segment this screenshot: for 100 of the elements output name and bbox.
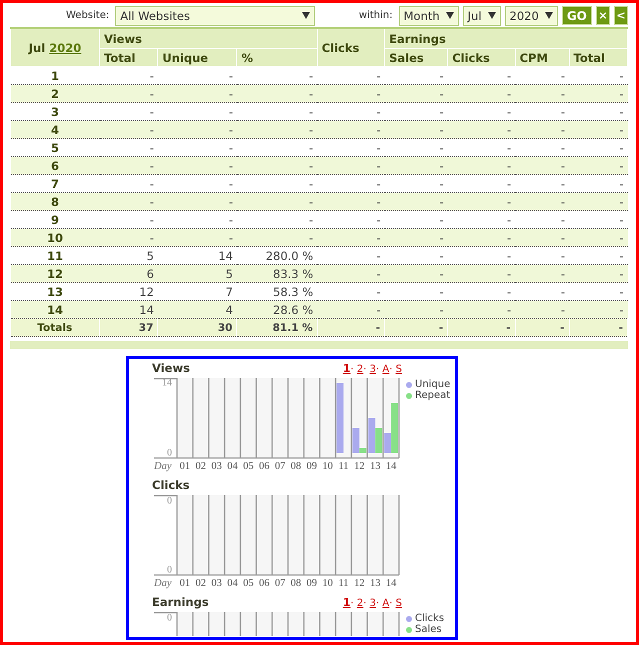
table-cell: -: [384, 300, 448, 318]
table-cell: -: [317, 300, 385, 318]
axis-label: 10: [322, 461, 333, 472]
scale-link[interactable]: A: [382, 598, 390, 609]
table-cell: -: [236, 120, 318, 138]
scale-link[interactable]: A: [382, 364, 390, 375]
axis-label: 02: [196, 578, 206, 589]
table-cell: -: [317, 84, 385, 102]
separator-dot: ·: [389, 364, 392, 375]
month-name-select[interactable]: Jul: [462, 6, 501, 26]
table-cell: -: [236, 84, 318, 102]
table-cell: -: [448, 300, 516, 318]
table-cell: -: [384, 120, 448, 138]
caret-icon: [544, 12, 553, 19]
axis-tick: [154, 612, 177, 614]
table-cell: -: [448, 120, 516, 138]
bar: [336, 383, 344, 453]
website-select[interactable]: All Websites: [115, 6, 315, 26]
back-button[interactable]: <: [614, 6, 628, 25]
clear-button[interactable]: ×: [596, 6, 610, 25]
axis-label: 11: [338, 461, 349, 472]
year-select[interactable]: 2020: [504, 6, 558, 26]
scale-link[interactable]: 2: [356, 364, 364, 375]
table-cell: 28.6 %: [236, 300, 318, 318]
axis-label: 14: [386, 461, 396, 472]
column-header: Total: [569, 48, 628, 66]
day-cell: 2: [10, 84, 100, 102]
legend-label: Repeat: [415, 390, 450, 401]
table-cell: -: [569, 264, 628, 282]
scale-link[interactable]: 2: [356, 598, 364, 609]
table-cell: -: [158, 192, 237, 210]
table-cell: -: [448, 156, 516, 174]
axis-title: Day: [154, 461, 172, 472]
legend-label: Unique: [415, 379, 450, 390]
total-cell: 81.1 %: [236, 318, 318, 336]
table-cell: -: [569, 120, 628, 138]
table-cell: -: [569, 192, 628, 210]
table-cell: -: [100, 228, 158, 246]
day-cell: 6: [10, 156, 100, 174]
day-cell: 4: [10, 120, 100, 138]
table-cell: -: [515, 300, 570, 318]
website-label: Website:: [66, 10, 110, 21]
table-cell: -: [236, 192, 318, 210]
chart-title: Earnings: [152, 595, 209, 609]
scale-link[interactable]: S: [396, 598, 402, 609]
table-cell: 4: [158, 300, 237, 318]
separator-dot: ·: [376, 364, 380, 375]
separator-dot: ·: [350, 364, 354, 375]
total-cell: -: [317, 318, 385, 336]
scale-link[interactable]: S: [396, 364, 402, 375]
scale-link[interactable]: 1: [342, 362, 351, 375]
totals-label: Totals: [10, 318, 100, 336]
axis-label: 02: [196, 461, 206, 472]
table-cell: -: [384, 228, 448, 246]
table-cell: -: [317, 228, 385, 246]
scale-link[interactable]: 1: [342, 596, 351, 609]
total-cell: -: [569, 318, 628, 336]
axis-label: 0: [167, 495, 172, 506]
table-cell: -: [515, 192, 570, 210]
year-link[interactable]: 2020: [49, 40, 82, 54]
column-group-header: Views: [100, 28, 318, 48]
separator-dot: ·: [376, 598, 380, 609]
table-cell: -: [236, 228, 318, 246]
scale-link[interactable]: 3: [370, 364, 376, 375]
axis-label: 08: [290, 578, 302, 589]
table-cell: -: [100, 120, 158, 138]
axis-label: 05: [243, 578, 254, 589]
axis-label: 01: [180, 461, 190, 472]
axis-label: 05: [243, 461, 254, 472]
table-cell: -: [448, 228, 516, 246]
axis-label: 04: [227, 578, 238, 589]
axis-label: 0: [167, 612, 172, 624]
day-cell: 12: [10, 264, 100, 282]
column-header: Sales: [384, 48, 448, 66]
chart-title: Views: [152, 361, 190, 375]
within-label: within:: [358, 10, 393, 21]
axis-label: 03: [211, 461, 222, 472]
table-cell: -: [448, 264, 516, 282]
go-button[interactable]: GO: [562, 6, 592, 25]
total-cell: -: [515, 318, 570, 336]
table-cell: -: [448, 84, 516, 102]
axis-label: 07: [274, 461, 286, 472]
column-header: CPM: [515, 48, 570, 66]
table-cell: -: [158, 228, 237, 246]
separator-dot: ·: [363, 598, 366, 609]
axis-label: 01: [180, 578, 190, 589]
axis-label: 14: [386, 578, 396, 589]
table-cell: 6: [100, 264, 158, 282]
axis-label: 06: [258, 578, 270, 589]
axis-label: 13: [370, 461, 380, 472]
day-cell: 8: [10, 192, 100, 210]
day-cell: 10: [10, 228, 100, 246]
caret-icon: [302, 12, 310, 19]
column-header: Clicks: [448, 48, 516, 66]
axis-label: 07: [274, 578, 286, 589]
scale-link[interactable]: 3: [370, 598, 376, 609]
axis-label: 03: [211, 578, 222, 589]
period-select[interactable]: Month: [398, 6, 459, 26]
table-cell: -: [515, 156, 570, 174]
table-cell: -: [158, 156, 237, 174]
